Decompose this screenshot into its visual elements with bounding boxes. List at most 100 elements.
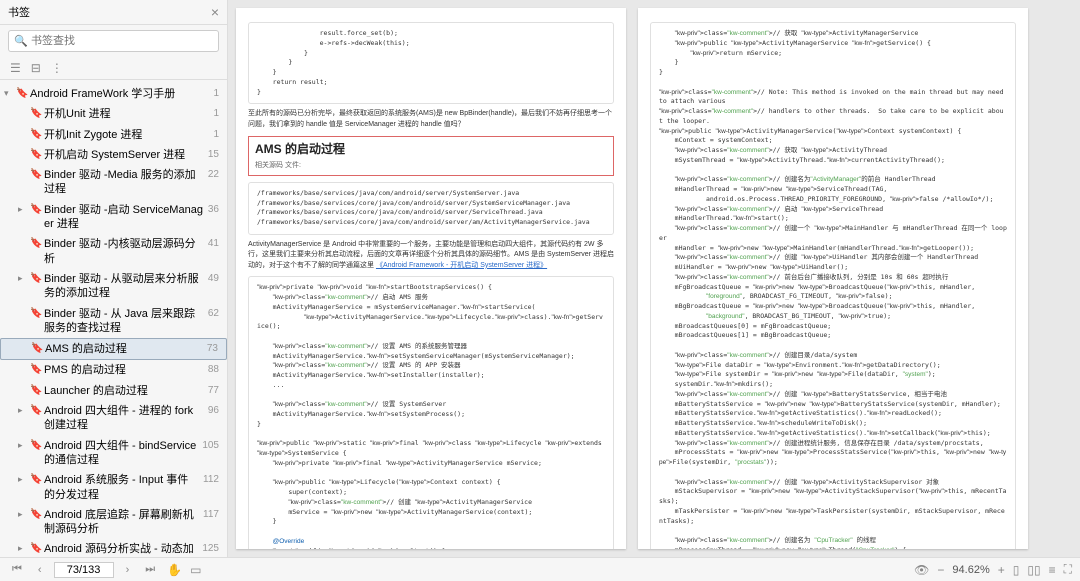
collapse-all-icon[interactable]: ⊟ bbox=[31, 61, 41, 75]
toc-item[interactable]: 🔖开机Unit 进程 1 bbox=[0, 104, 227, 124]
toc-item[interactable]: 🔖Binder 驱动 -内核驱动层源码分析41 bbox=[0, 234, 227, 269]
toc-item[interactable]: ▾🔖Android FrameWork 学习手册 1 bbox=[0, 84, 227, 104]
toc-item-page: 1 bbox=[213, 87, 219, 100]
toc-item[interactable]: ▸🔖Android 四大组件 - bindService 的通信过程 105 bbox=[0, 436, 227, 471]
zoom-level: 94.62% bbox=[952, 564, 989, 576]
bookmark-icon: 🔖 bbox=[30, 404, 42, 417]
bookmark-icon: 🔖 bbox=[30, 107, 42, 120]
toc-item[interactable]: 🔖开机启动 SystemServer 进程15 bbox=[0, 145, 227, 165]
chevron-icon: ▸ bbox=[18, 543, 28, 555]
bookmark-icon: 🔖 bbox=[30, 237, 42, 250]
status-bar: ⏮ ‹ › ⏭ ✋ ▭ 👁 − 94.62% + ▯ ▯▯ ≡ ⛶ bbox=[0, 557, 1080, 581]
chevron-icon: ▸ bbox=[18, 405, 28, 417]
toc-item-label: Binder 驱动 - 从驱动层来分析服务的添加过程 bbox=[44, 272, 204, 301]
code-block: result.force_set(b); e->refs->decWeak(th… bbox=[248, 22, 614, 104]
toc-item-page: 112 bbox=[203, 473, 219, 486]
toc-item-label: Android 系统服务 - Input 事件的分发过程 bbox=[44, 473, 199, 502]
prev-page-icon[interactable]: ‹ bbox=[34, 564, 46, 576]
fullscreen-icon[interactable]: ⛶ bbox=[1064, 562, 1072, 577]
bookmark-search-input[interactable] bbox=[8, 30, 219, 52]
two-page-icon[interactable]: ▯▯ bbox=[1027, 563, 1040, 577]
toc-item-label: Binder 驱动 -内核驱动层源码分析 bbox=[44, 237, 204, 266]
select-tool-icon[interactable]: ▭ bbox=[190, 563, 201, 577]
chevron-icon: ▸ bbox=[18, 509, 28, 521]
section-heading-box: AMS 的启动过程 相关源码 文件: bbox=[248, 136, 614, 176]
next-page-icon[interactable]: › bbox=[122, 564, 134, 576]
bookmark-icon: 🔖 bbox=[30, 168, 42, 181]
toc-item-page: 1 bbox=[213, 107, 219, 120]
continuous-icon[interactable]: ≡ bbox=[1049, 563, 1056, 577]
toc-item-page: 105 bbox=[202, 439, 219, 452]
first-page-icon[interactable]: ⏮ bbox=[8, 563, 26, 576]
toc-item-page: 117 bbox=[203, 508, 219, 521]
view-mode-icon[interactable]: 👁 bbox=[914, 563, 929, 577]
bookmark-icon: 🔖 bbox=[30, 272, 42, 285]
zoom-in-icon[interactable]: + bbox=[998, 563, 1005, 577]
body-text: ActivityManagerService 是 Android 中非常重要的一… bbox=[248, 240, 614, 272]
toc-item-page: 125 bbox=[202, 542, 219, 555]
more-icon[interactable]: ⋮ bbox=[51, 61, 63, 75]
page-input[interactable] bbox=[54, 562, 114, 578]
document-viewport: result.force_set(b); e->refs->decWeak(th… bbox=[228, 0, 1080, 557]
toc-item-label: Android 四大组件 - bindService 的通信过程 bbox=[44, 439, 198, 468]
bookmark-icon: 🔖 bbox=[30, 148, 42, 161]
expand-all-icon[interactable]: ☰ bbox=[10, 61, 21, 75]
bookmarks-sidebar: 书签 × 🔍 ☰ ⊟ ⋮ ▾🔖Android FrameWork 学习手册1🔖开… bbox=[0, 0, 228, 557]
toc-item-page: 15 bbox=[208, 148, 219, 161]
toc-item-label: Launcher 的启动过程 bbox=[44, 384, 204, 398]
toc-item[interactable]: 🔖开机Init Zygote 进程1 bbox=[0, 125, 227, 145]
toc-item-page: 62 bbox=[208, 307, 219, 320]
toc-item-page: 22 bbox=[208, 168, 219, 181]
toc-item-label: AMS 的启动过程 bbox=[45, 342, 203, 356]
toc-item-page: 1 bbox=[213, 128, 219, 141]
toc-item[interactable]: ▸🔖Android 底层追踪 - 屏幕刷新机制源码分析 117 bbox=[0, 505, 227, 540]
bookmark-icon: 🔖 bbox=[30, 384, 42, 397]
link[interactable]: 《Android Framework - 开机启动 SystemServer 进… bbox=[376, 262, 547, 269]
bookmark-icon: 🔖 bbox=[30, 473, 42, 486]
close-icon[interactable]: × bbox=[211, 4, 219, 20]
chevron-icon: ▾ bbox=[4, 88, 14, 100]
bookmark-icon: 🔖 bbox=[30, 508, 42, 521]
toc-item[interactable]: ▸🔖Android 源码分析实战 - 动态加载修复 so 库125 bbox=[0, 539, 227, 557]
toc-item-label: Binder 驱动 -启动 ServiceManager 进程 bbox=[44, 203, 204, 232]
hand-tool-icon[interactable]: ✋ bbox=[167, 563, 182, 577]
chevron-icon: ▸ bbox=[18, 474, 28, 486]
search-icon: 🔍 bbox=[14, 35, 28, 48]
toc-item[interactable]: 🔖AMS 的启动过程73 bbox=[0, 338, 227, 360]
bookmark-icon: 🔖 bbox=[16, 87, 28, 100]
toc-item-label: Binder 驱动 -Media 服务的添加过程 bbox=[44, 168, 204, 197]
bookmark-icon: 🔖 bbox=[30, 439, 42, 452]
toc-item-page: 49 bbox=[208, 272, 219, 285]
toc-item-page: 88 bbox=[208, 363, 219, 376]
sidebar-title: 书签 bbox=[8, 4, 30, 20]
toc-item-label: Android 源码分析实战 - 动态加载修复 so 库 bbox=[44, 542, 198, 557]
sidebar-tools: ☰ ⊟ ⋮ bbox=[0, 57, 227, 80]
toc-item-label: 开机Unit 进程 bbox=[44, 107, 209, 121]
toc-item[interactable]: ▸🔖Android 四大组件 - 进程的 fork 创建过程96 bbox=[0, 401, 227, 436]
zoom-out-icon[interactable]: − bbox=[937, 563, 944, 577]
toc-item[interactable]: ▸🔖Android 系统服务 - Input 事件的分发过程 112 bbox=[0, 470, 227, 505]
toc-item-page: 36 bbox=[208, 203, 219, 216]
chevron-icon: ▸ bbox=[18, 440, 28, 452]
section-heading: AMS 的启动过程 bbox=[255, 141, 607, 158]
body-text: 至此所有的源码已分析完毕，最终获取返回的系统服务(AMS)是 new BpBin… bbox=[248, 109, 614, 130]
bookmark-icon: 🔖 bbox=[30, 363, 42, 376]
toc-item[interactable]: 🔖Binder 驱动 -Media 服务的添加过程 22 bbox=[0, 165, 227, 200]
toc-item[interactable]: ▸🔖Binder 驱动 -启动 ServiceManager 进程36 bbox=[0, 200, 227, 235]
toc-item-label: PMS 的启动过程 bbox=[44, 363, 204, 377]
toc-item-label: Android FrameWork 学习手册 bbox=[30, 87, 209, 101]
toc-item-label: Binder 驱动 - 从 Java 层来跟踪服务的查找过程 bbox=[44, 307, 204, 336]
code-block: /frameworks/base/services/java/com/andro… bbox=[248, 182, 614, 235]
toc-item[interactable]: ▸🔖Binder 驱动 - 从驱动层来分析服务的添加过程49 bbox=[0, 269, 227, 304]
toc-item[interactable]: 🔖Binder 驱动 - 从 Java 层来跟踪服务的查找过程 62 bbox=[0, 304, 227, 339]
single-page-icon[interactable]: ▯ bbox=[1013, 563, 1020, 577]
toc-item[interactable]: 🔖Launcher 的启动过程77 bbox=[0, 381, 227, 401]
pdf-page: result.force_set(b); e->refs->decWeak(th… bbox=[236, 8, 626, 549]
bookmark-icon: 🔖 bbox=[30, 128, 42, 141]
bookmark-icon: 🔖 bbox=[30, 203, 42, 216]
toc-item-page: 73 bbox=[207, 342, 218, 355]
toc-item-label: Android 底层追踪 - 屏幕刷新机制源码分析 bbox=[44, 508, 199, 537]
bookmark-icon: 🔖 bbox=[30, 307, 42, 320]
toc-item[interactable]: 🔖PMS 的启动过程 88 bbox=[0, 360, 227, 380]
last-page-icon[interactable]: ⏭ bbox=[141, 563, 159, 576]
